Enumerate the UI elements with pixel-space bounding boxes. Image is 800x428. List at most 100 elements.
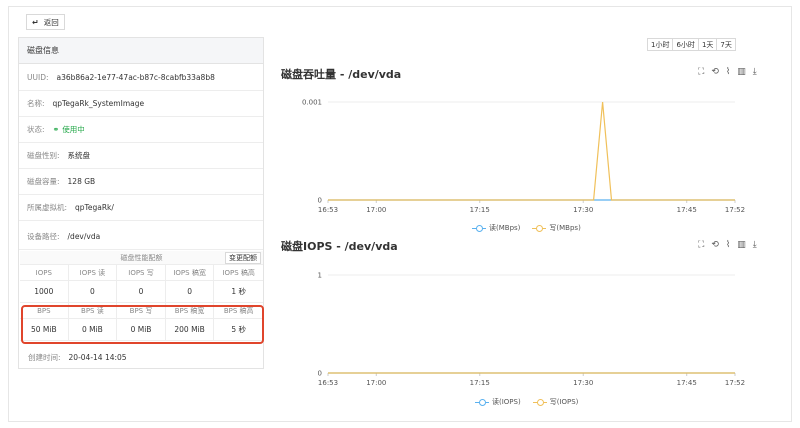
capacity-row: 磁盘容量: 128 GB — [19, 169, 263, 195]
legend-write-symbol — [532, 224, 547, 232]
path-label: 设备路径: — [27, 232, 60, 241]
time-range-1d[interactable]: 1天 — [697, 38, 718, 51]
capacity-value: 128 GB — [67, 177, 96, 186]
iops-header: IOPS 稿宽 — [165, 265, 215, 281]
throughput-legend: 读(MBps) 写(MBps) — [472, 223, 581, 233]
back-arrow-icon: ↵ — [32, 17, 39, 27]
back-button[interactable]: ↵ 返回 — [26, 14, 65, 30]
y-tick-label: 0.001 — [302, 99, 322, 107]
x-tick-label: 17:52 — [725, 206, 745, 214]
time-range-1h[interactable]: 1小时 — [647, 38, 674, 51]
bps-value: 5 秒 — [214, 319, 263, 341]
legend-write[interactable]: 写(MBps) — [532, 223, 581, 233]
legend-read[interactable]: 读(MBps) — [472, 223, 520, 233]
x-tick-label: 17:52 — [725, 379, 745, 387]
vm-row: 所属虚拟机: qpTegaRk/ — [19, 195, 263, 221]
download-icon[interactable]: ⤓ — [753, 240, 757, 250]
uuid-value: a36b86a2-1e77-47ac-b87c-8cabfb33a8b8 — [56, 73, 215, 82]
legend-read-label: 读(IOPS) — [492, 398, 521, 406]
time-range-group: 1小时 6小时 1天 7天 — [647, 38, 736, 51]
iops-value: 0 — [68, 281, 118, 303]
back-label: 返回 — [43, 17, 59, 27]
uuid-label: UUID: — [27, 73, 49, 82]
path-row: 设备路径: /dev/vda — [19, 224, 263, 250]
vm-value[interactable]: qpTegaRk/ — [75, 203, 114, 212]
legend-read-symbol — [472, 224, 486, 232]
iops-chart: 0 1 16:53 17:00 17:15 17:30 17:45 17:52 — [318, 272, 746, 388]
x-tick-label: 17:15 — [470, 379, 490, 387]
zoom-reset-icon[interactable]: ⟲ — [711, 240, 719, 250]
disk-info-panel: 磁盘信息 UUID: a36b86a2-1e77-47ac-b87c-8cabf… — [18, 37, 264, 369]
x-tick-label: 17:00 — [366, 206, 386, 214]
path-value: /dev/vda — [67, 232, 101, 241]
zoom-reset-icon[interactable]: ⟲ — [711, 67, 719, 77]
zoom-icon[interactable]: ⛶ — [698, 67, 704, 77]
time-range-6h[interactable]: 6小时 — [672, 38, 699, 51]
throughput-toolbox: ⛶ ⟲ ⌇ ▥ ⤓ — [698, 67, 757, 77]
quota-title: 磁盘性能配额 — [120, 253, 163, 262]
created-value: 20-04-14 14:05 — [68, 352, 127, 362]
bps-header: BPS 写 — [117, 303, 166, 319]
iops-header: IOPS 写 — [117, 265, 166, 281]
zoom-icon[interactable]: ⛶ — [698, 240, 704, 250]
uuid-row: UUID: a36b86a2-1e77-47ac-b87c-8cabfb33a8… — [19, 65, 263, 91]
bps-value: 0 MiB — [117, 319, 166, 341]
legend-write[interactable]: 写(IOPS) — [532, 397, 579, 407]
status-value: 使用中 — [62, 125, 85, 134]
iops-toolbox: ⛶ ⟲ ⌇ ▥ ⤓ — [698, 240, 757, 250]
performance-quota: 磁盘性能配额 变更配额 IOPS IOPS 读 IOPS 写 IOPS 稿宽 I… — [20, 251, 263, 341]
iops-header: IOPS 稿高 — [214, 265, 263, 281]
bar-chart-icon[interactable]: ▥ — [737, 240, 746, 250]
name-label: 名称: — [27, 99, 45, 108]
y-tick-label: 0 — [318, 370, 322, 378]
bps-header: BPS 稿宽 — [165, 303, 215, 319]
y-tick-label: 1 — [318, 272, 322, 280]
created-row: 创建时间: 20-04-14 14:05 — [20, 344, 264, 370]
x-tick-label: 16:53 — [318, 206, 338, 214]
iops-value: 0 — [165, 281, 215, 303]
x-tick-label: 16:53 — [318, 379, 338, 387]
status-badge: ⚭ 使用中 — [53, 124, 85, 135]
type-label: 磁盘性别: — [27, 151, 60, 160]
iops-value: 1 秒 — [214, 281, 263, 303]
legend-write-label: 写(MBps) — [549, 224, 581, 232]
vm-label: 所属虚拟机: — [27, 203, 68, 212]
quota-title-bar: 磁盘性能配额 变更配额 — [20, 251, 263, 265]
type-value: 系统盘 — [67, 151, 91, 160]
iops-header: IOPS — [20, 265, 69, 281]
link-icon: ⚭ — [52, 125, 60, 134]
change-quota-button[interactable]: 变更配额 — [225, 252, 261, 264]
iops-chart-title: 磁盘IOPS - /dev/vda — [281, 240, 398, 253]
legend-write-symbol — [532, 398, 547, 406]
download-icon[interactable]: ⤓ — [753, 67, 757, 77]
bps-header: BPS 稿高 — [214, 303, 263, 319]
legend-read-label: 读(MBps) — [489, 224, 521, 232]
capacity-label: 磁盘容量: — [27, 177, 60, 186]
type-row: 磁盘性别: 系统盘 — [19, 143, 263, 169]
legend-write-label: 写(IOPS) — [549, 398, 579, 406]
legend-read[interactable]: 读(IOPS) — [475, 397, 521, 407]
throughput-chart-title: 磁盘吞吐量 - /dev/vda — [281, 68, 402, 81]
bps-value: 200 MiB — [165, 319, 215, 341]
x-tick-label: 17:30 — [573, 379, 593, 387]
iops-legend: 读(IOPS) 写(IOPS) — [475, 397, 578, 407]
bps-value: 50 MiB — [20, 319, 69, 341]
iops-value: 1000 — [20, 281, 69, 303]
bps-header: BPS 读 — [68, 303, 118, 319]
panel-title: 磁盘信息 — [19, 38, 263, 64]
iops-value: 0 — [117, 281, 166, 303]
created-label: 创建时间: — [28, 352, 61, 362]
time-range-7d[interactable]: 7天 — [716, 38, 736, 51]
name-row: 名称: qpTegaRk_SystemImage — [19, 91, 263, 117]
x-tick-label: 17:45 — [677, 206, 697, 214]
legend-read-symbol — [475, 398, 489, 406]
bar-chart-icon[interactable]: ▥ — [737, 67, 746, 77]
line-chart-icon[interactable]: ⌇ — [726, 240, 730, 250]
x-tick-label: 17:15 — [470, 206, 490, 214]
line-chart-icon[interactable]: ⌇ — [726, 67, 730, 77]
y-tick-label: 0 — [318, 197, 322, 205]
iops-header: IOPS 读 — [68, 265, 118, 281]
x-tick-label: 17:30 — [573, 206, 593, 214]
x-tick-label: 17:00 — [366, 379, 386, 387]
x-tick-label: 17:45 — [677, 379, 697, 387]
